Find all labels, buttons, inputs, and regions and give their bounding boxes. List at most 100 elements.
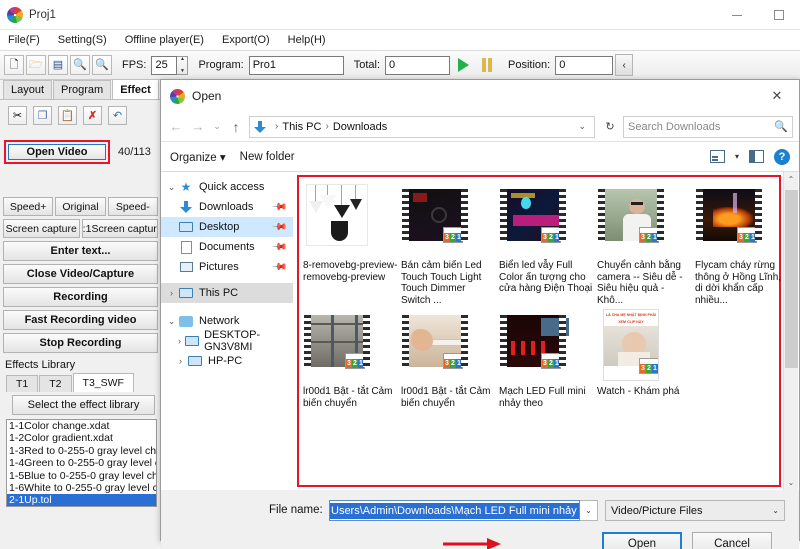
select-effect-library-button[interactable]: Select the effect library — [12, 395, 155, 415]
list-item[interactable]: 1-6White to 0-255-0 gray level cha — [7, 482, 156, 494]
filename-input[interactable]: Users\Admin\Downloads\Mạch LED Full mini… — [329, 500, 580, 521]
list-item[interactable]: 8-removebg-preview-removebg-preview — [303, 182, 399, 306]
tab-effect[interactable]: Effect — [112, 79, 159, 99]
scroll-down-icon[interactable]: ⌄ — [784, 475, 798, 490]
save-icon[interactable]: ▤ — [48, 55, 68, 75]
fps-input[interactable]: 25 — [151, 55, 178, 75]
close-video-capture-button[interactable]: Close Video/Capture — [3, 264, 158, 284]
list-item[interactable]: 1-1Color change.xdat — [7, 420, 156, 432]
list-item[interactable]: 321 Flycam cháy rừng thông ở Hồng Lĩnh, … — [695, 182, 791, 306]
scroll-up-icon[interactable]: ⌃ — [784, 172, 798, 187]
arrow-left-icon[interactable]: ← — [167, 119, 185, 134]
organize-menu[interactable]: Organize ▾ — [170, 150, 226, 164]
menu-setting[interactable]: Setting(S) — [49, 30, 116, 50]
nav-item-quick-access[interactable]: ⌄ ★ Quick access — [161, 177, 293, 197]
chevron-down-icon[interactable]: ⌄ — [165, 316, 178, 327]
nav-item-downloads[interactable]: Downloads 📌 — [161, 197, 293, 217]
fps-stepper[interactable]: ▲ ▼ — [177, 55, 189, 75]
fast-recording-video-button[interactable]: Fast Recording video — [3, 310, 158, 330]
program-input[interactable]: Pro1 — [248, 55, 344, 75]
nav-item-desktop[interactable]: Desktop 📌 — [161, 217, 293, 237]
recording-button[interactable]: Recording — [3, 287, 158, 307]
breadcrumb[interactable]: › This PC › Downloads ⌄ — [249, 115, 595, 138]
chevron-down-icon[interactable]: ⌄ — [165, 182, 178, 193]
arrow-up-icon[interactable]: ↑ — [227, 119, 245, 135]
chevron-down-icon[interactable]: ⌄ — [573, 121, 591, 132]
pause-icon[interactable] — [476, 55, 498, 75]
preview-pane-icon[interactable] — [749, 150, 764, 163]
undo-icon[interactable]: ↶ — [108, 106, 127, 125]
breadcrumb-item-this-pc[interactable]: This PC — [282, 121, 321, 133]
menu-offline-player[interactable]: Offline player(E) — [116, 30, 213, 50]
maximize-button[interactable] — [758, 0, 800, 30]
paste-icon[interactable]: 📋 — [58, 106, 77, 125]
nav-item-hp-pc[interactable]: › HP-PC — [161, 351, 293, 371]
list-item-selected[interactable]: 2-1Up.tol — [7, 494, 156, 506]
file-list-scrollbar[interactable]: ⌃ ⌄ — [783, 172, 798, 490]
nav-item-pictures[interactable]: Pictures 📌 — [161, 257, 293, 277]
menu-file[interactable]: File(F) — [0, 30, 49, 50]
one-to-one-screen-capture-button[interactable]: 1:1Screen capture — [81, 219, 158, 238]
list-item[interactable]: 1-5Blue to 0-255-0 gray level chang — [7, 470, 156, 482]
zoom-alt-icon[interactable]: 🔍 — [92, 55, 112, 75]
arrow-right-icon[interactable]: → — [189, 119, 207, 134]
speed-down-button[interactable]: Speed- — [107, 197, 158, 216]
chevron-down-icon[interactable]: ▾ — [735, 152, 739, 161]
nav-item-documents[interactable]: Documents 📌 — [161, 237, 293, 257]
chevron-right-icon[interactable]: › — [174, 336, 185, 346]
search-input[interactable]: Search Downloads 🔍 — [623, 115, 793, 138]
help-icon[interactable]: ? — [774, 148, 790, 165]
position-input[interactable]: 0 — [555, 55, 614, 75]
chevron-down-icon[interactable]: ⌄ — [580, 500, 598, 521]
pin-icon[interactable]: 📌 — [270, 239, 287, 256]
list-item[interactable]: 321 lr00d1 Bật - tắt Cảm biến chuyển — [401, 308, 497, 409]
speed-up-button[interactable]: Speed+ — [3, 197, 54, 216]
file-list-pane[interactable]: 8-removebg-preview-removebg-preview 3 2 … — [293, 172, 799, 490]
nav-item-desktop-gn3v8mi[interactable]: › DESKTOP-GN3V8MI — [161, 329, 293, 353]
view-options-icon[interactable] — [709, 150, 725, 163]
pin-icon[interactable]: 📌 — [270, 199, 287, 216]
effects-list[interactable]: 1-1Color change.xdat 1-2Color gradient.x… — [6, 419, 157, 507]
pin-icon[interactable]: 📌 — [270, 219, 287, 236]
list-item[interactable]: 321 Chuyển cảnh bằng camera -- Siêu dễ -… — [597, 182, 693, 306]
new-file-icon[interactable]: 🗋 — [4, 55, 24, 75]
list-item[interactable]: 321 Mạch LED Full mini nhảy theo — [499, 308, 595, 409]
chevron-left-icon[interactable]: ‹ — [615, 54, 634, 76]
zoom-icon[interactable]: 🔍 — [70, 55, 90, 75]
tab-program[interactable]: Program — [53, 80, 112, 99]
list-item[interactable]: 1-4Green to 0-255-0 gray level chan — [7, 457, 156, 469]
cut-icon[interactable]: ✂ — [8, 106, 27, 125]
breadcrumb-item-downloads[interactable]: Downloads — [333, 121, 387, 133]
total-input[interactable]: 0 — [385, 55, 450, 75]
tab-t1[interactable]: T1 — [6, 375, 39, 392]
nav-item-network[interactable]: ⌄ Network — [161, 311, 293, 331]
open-folder-icon[interactable]: 🗁 — [26, 55, 46, 75]
original-speed-button[interactable]: Original — [55, 197, 106, 216]
nav-item-this-pc[interactable]: › This PC — [161, 283, 293, 303]
play-icon[interactable] — [452, 55, 474, 75]
chevron-right-icon[interactable]: › — [174, 356, 187, 366]
pin-icon[interactable]: 📌 — [270, 259, 287, 276]
open-button[interactable]: Open — [602, 532, 682, 549]
enter-text-button[interactable]: Enter text... — [3, 241, 158, 261]
list-item[interactable]: 1-3Red to 0-255-0 gray level change — [7, 445, 156, 457]
open-video-button[interactable]: Open Video — [8, 144, 106, 160]
list-item[interactable]: 321 Bán cảm biến Led Touch Touch Light T… — [401, 182, 497, 306]
scrollbar-thumb[interactable] — [785, 190, 798, 368]
menu-export[interactable]: Export(O) — [213, 30, 279, 50]
refresh-icon[interactable]: ↻ — [601, 120, 619, 133]
chevron-right-icon[interactable]: › — [165, 288, 178, 298]
cancel-button[interactable]: Cancel — [692, 532, 772, 549]
recent-locations-icon[interactable]: ⌄ — [211, 121, 223, 132]
copy-icon[interactable]: ❐ — [33, 106, 52, 125]
filetype-select[interactable]: Video/Picture Files ⌄ — [605, 500, 785, 521]
menu-help[interactable]: Help(H) — [279, 30, 335, 50]
screen-capture-button[interactable]: Screen capture — [3, 219, 80, 238]
tab-t2[interactable]: T2 — [39, 375, 72, 392]
close-icon[interactable]: ✕ — [755, 80, 799, 112]
new-folder-button[interactable]: New folder — [240, 151, 295, 163]
list-item[interactable]: LÀ CHA MẸ NHẤT ĐỊNH PHẢI XEM CLIP NÀY 32… — [597, 308, 693, 409]
tab-layout[interactable]: Layout — [3, 80, 53, 99]
stop-recording-button[interactable]: Stop Recording — [3, 333, 158, 353]
list-item[interactable]: 321 lr00d1 Bật - tắt Cảm biến chuyển — [303, 308, 399, 409]
